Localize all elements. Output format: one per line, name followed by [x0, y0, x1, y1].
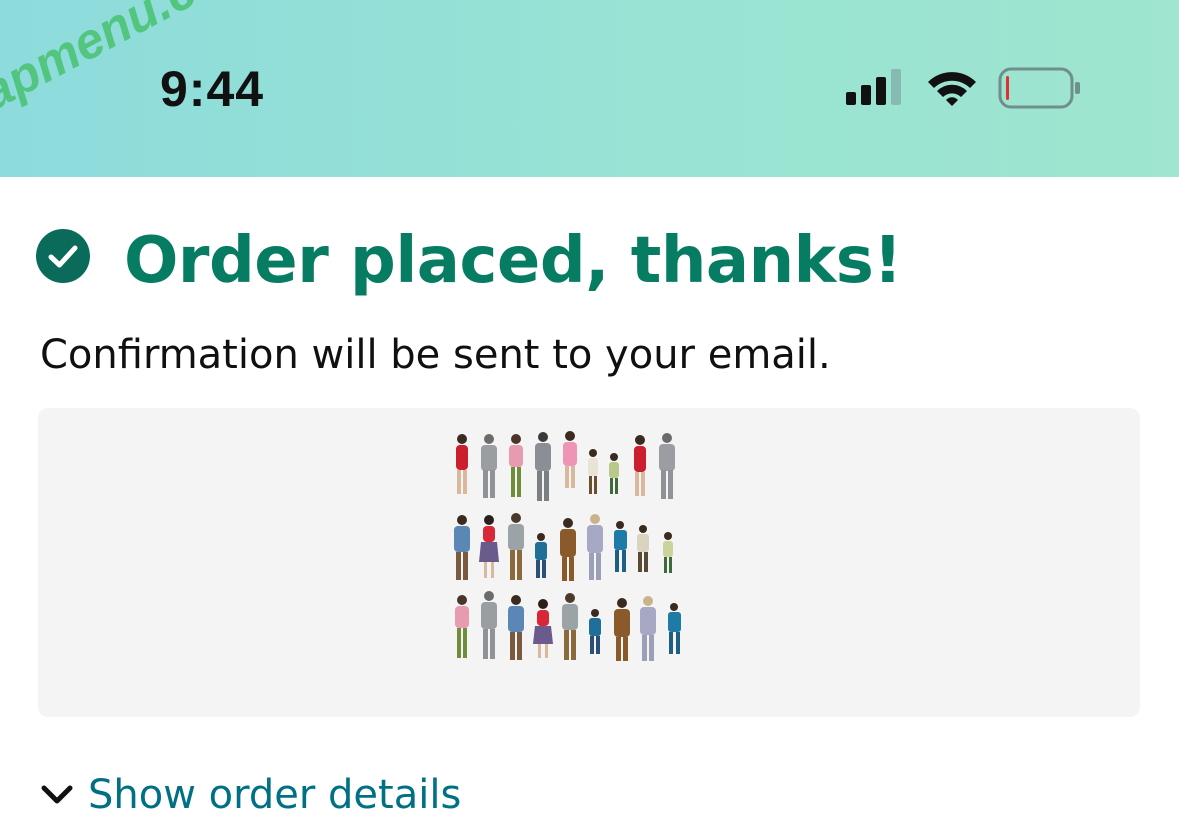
confirmation-title: Order placed, thanks!: [124, 224, 902, 298]
check-circle-icon: [36, 229, 90, 283]
status-bar: fapmenu.com 9:44: [0, 0, 1179, 177]
confirmation-message: Confirmation will be sent to your email.: [40, 332, 831, 378]
order-confirmation-panel: Order placed, thanks! Confirmation will …: [0, 177, 1179, 818]
battery-low-icon: [998, 67, 1080, 109]
product-image[interactable]: [448, 428, 698, 678]
cellular-signal-icon: [846, 69, 901, 105]
wifi-icon: [928, 72, 976, 106]
status-time: 9:44: [160, 61, 265, 117]
product-card[interactable]: [38, 408, 1140, 717]
show-order-details-button[interactable]: Show order details: [40, 765, 461, 825]
show-order-details-label[interactable]: Show order details: [88, 765, 461, 825]
chevron-down-icon: [41, 785, 73, 804]
